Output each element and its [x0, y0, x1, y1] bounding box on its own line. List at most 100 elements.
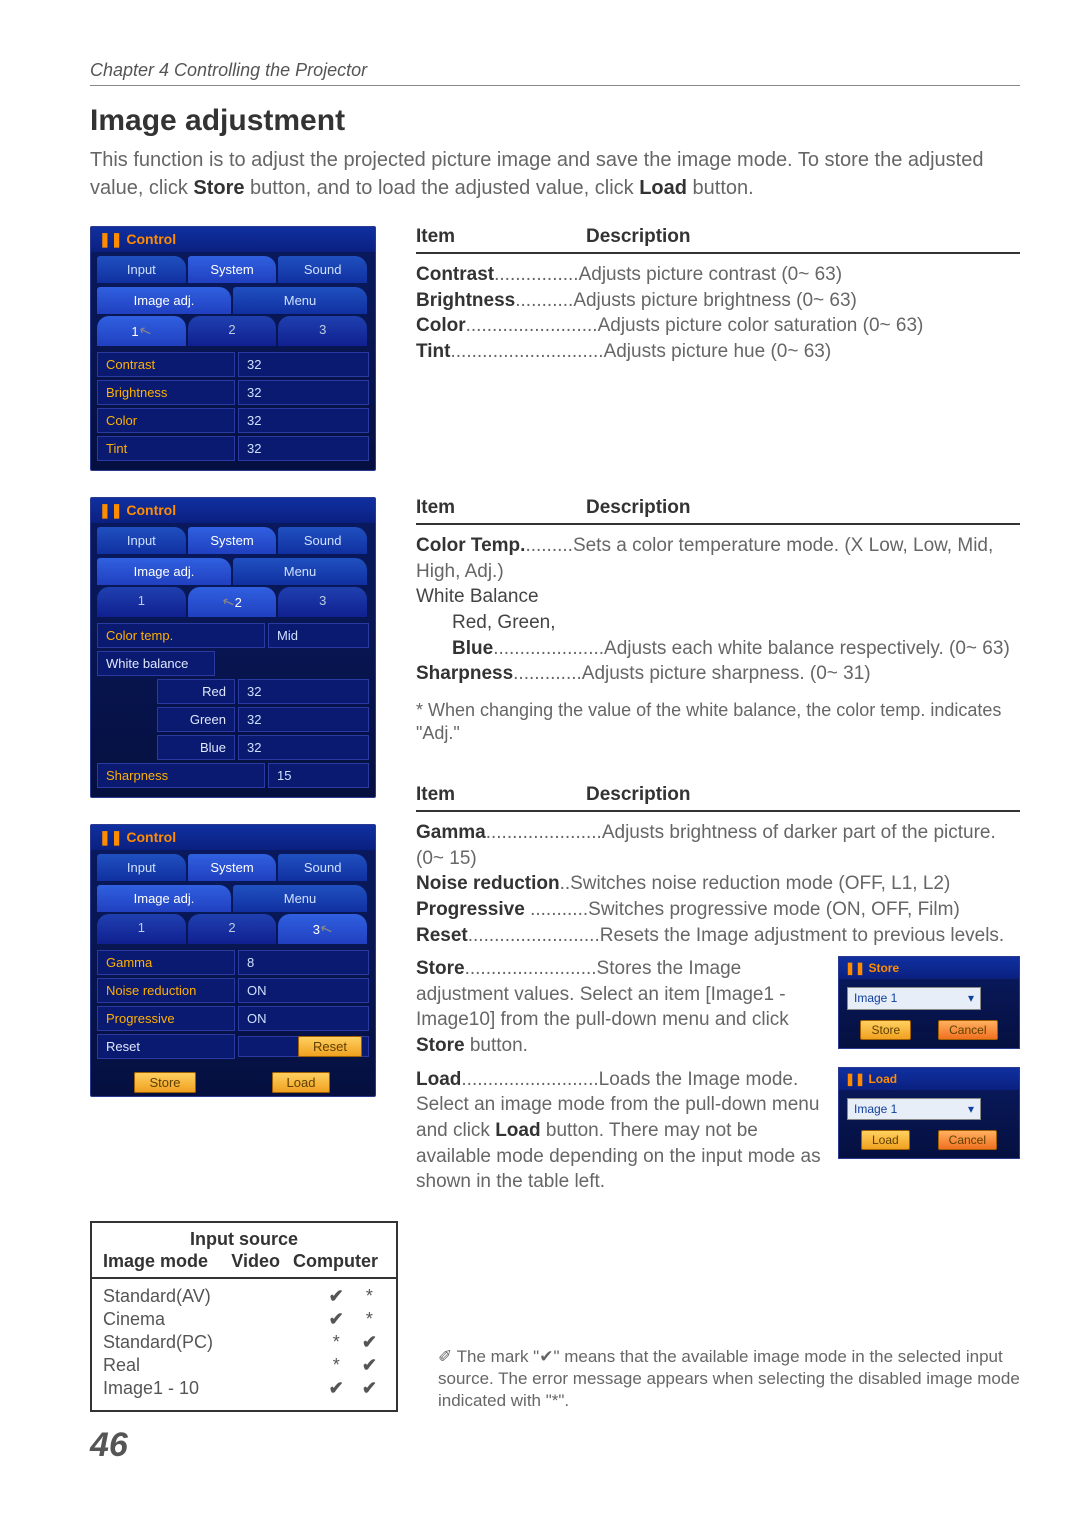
val-gamma[interactable]: 8 [238, 950, 369, 975]
tab-system[interactable]: System [188, 854, 277, 881]
desc-list-2: Color Temp..........Sets a color tempera… [416, 533, 1020, 687]
chevron-down-icon: ▾ [968, 990, 974, 1006]
val-sharpness[interactable]: 15 [268, 763, 369, 788]
subtab-imageadj[interactable]: Image adj. [97, 885, 231, 912]
panel-title: ❚❚ Control [91, 498, 375, 523]
wb-note: * When changing the value of the white b… [416, 699, 1020, 746]
tab-sound[interactable]: Sound [278, 854, 367, 881]
page-tab-3[interactable]: 3 [278, 587, 367, 617]
store-dialog-title: ❚❚ Store [839, 957, 1019, 979]
subtab-menu[interactable]: Menu [233, 287, 367, 314]
col-desc: Description [586, 226, 691, 248]
row-tint[interactable]: Tint [97, 436, 235, 461]
row-brightness[interactable]: Brightness [97, 380, 235, 405]
row-whitebalance: White balance [97, 651, 215, 676]
table-row: Real*✔ [102, 1354, 386, 1377]
val-wb-blue[interactable]: 32 [238, 735, 369, 760]
store-ref: Store [416, 1035, 465, 1056]
tab-sound[interactable]: Sound [278, 527, 367, 554]
load-dialog: ❚❚ Load Image 1▾ Load Cancel [838, 1067, 1020, 1160]
page-tab-2[interactable]: ↖2 [188, 587, 277, 617]
reset-cell: Reset [238, 1036, 369, 1057]
page-tab-1[interactable]: 1 [97, 587, 186, 617]
desc-list-3: Gamma......................Adjusts brigh… [416, 820, 1020, 1195]
def: .........................Stores the Imag… [416, 958, 789, 1030]
th-video: Video [226, 1250, 285, 1273]
page-tab-2[interactable]: 2 [188, 316, 277, 346]
tab-input[interactable]: Input [97, 256, 186, 283]
term: Tint [416, 341, 450, 362]
table-row: Standard(PC)*✔ [102, 1331, 386, 1354]
control-panel-page1: ❚❚ Control Input System Sound Image adj.… [90, 226, 376, 471]
subtab-imageadj[interactable]: Image adj. [97, 558, 231, 585]
page-tab-1[interactable]: 1 [97, 914, 186, 944]
load-ref: Load [495, 1120, 540, 1141]
def: .............................Adjusts pic… [450, 341, 831, 362]
def: button. [465, 1035, 528, 1056]
term: Color Temp. [416, 535, 525, 556]
desc-list-1: Contrast................Adjusts picture … [416, 262, 1020, 365]
intro-store-ref: Store [193, 177, 244, 199]
row-wb-red[interactable]: Red [157, 679, 235, 704]
tab-input[interactable]: Input [97, 854, 186, 881]
panel-title: ❚❚ Control [91, 825, 375, 850]
subtab-menu[interactable]: Menu [233, 558, 367, 585]
col-desc: Description [586, 784, 691, 806]
row-contrast[interactable]: Contrast [97, 352, 235, 377]
reset-button[interactable]: Reset [298, 1036, 362, 1057]
def: ..Switches noise reduction mode (OFF, L1… [560, 873, 951, 894]
page-tab-1[interactable]: 1↖ [97, 316, 186, 346]
tab-sound[interactable]: Sound [278, 256, 367, 283]
wb-heading: White Balance [416, 584, 1020, 610]
store-cancel-button[interactable]: Cancel [938, 1020, 997, 1040]
store-confirm-button[interactable]: Store [860, 1020, 911, 1040]
term: Gamma [416, 822, 486, 843]
row-progressive[interactable]: Progressive [97, 1006, 235, 1031]
val-wb-green[interactable]: 32 [238, 707, 369, 732]
row-color[interactable]: Color [97, 408, 235, 433]
row-gamma[interactable]: Gamma [97, 950, 235, 975]
val-progressive[interactable]: ON [238, 1006, 369, 1031]
val-colortemp[interactable]: Mid [268, 623, 369, 648]
load-confirm-button[interactable]: Load [861, 1130, 910, 1150]
subtab-imageadj[interactable]: Image adj. [97, 287, 231, 314]
val-wb-red[interactable]: 32 [238, 679, 369, 704]
val-contrast[interactable]: 32 [238, 352, 369, 377]
tab-system[interactable]: System [188, 256, 277, 283]
control-panel-page3: ❚❚ Control Input System Sound Image adj.… [90, 824, 376, 1097]
load-dialog-title: ❚❚ Load [839, 1068, 1019, 1090]
tab-input[interactable]: Input [97, 527, 186, 554]
col-desc: Description [586, 497, 691, 519]
term: Color [416, 315, 466, 336]
row-wb-green[interactable]: Green [157, 707, 235, 732]
val-tint[interactable]: 32 [238, 436, 369, 461]
def: .........................Resets the Imag… [468, 925, 1004, 946]
col-item: Item [416, 497, 586, 519]
col-item: Item [416, 784, 586, 806]
row-noisereduction[interactable]: Noise reduction [97, 978, 235, 1003]
intro-part: button, and to load the adjusted value, … [245, 177, 640, 199]
row-colortemp[interactable]: Color temp. [97, 623, 265, 648]
store-button[interactable]: Store [134, 1072, 195, 1093]
val-noisereduction[interactable]: ON [238, 978, 369, 1003]
load-button[interactable]: Load [272, 1072, 331, 1093]
page-number: 46 [90, 1426, 1020, 1465]
val-brightness[interactable]: 32 [238, 380, 369, 405]
page-tab-3[interactable]: 3 [278, 316, 367, 346]
store-image-select[interactable]: Image 1▾ [847, 987, 981, 1009]
term: Blue [452, 638, 493, 659]
def: ......................Adjusts brightness… [416, 822, 996, 869]
subtab-menu[interactable]: Menu [233, 885, 367, 912]
control-panel-page2: ❚❚ Control Input System Sound Image adj.… [90, 497, 376, 798]
wb-sub: Red, Green, [416, 610, 1020, 636]
table-row: Standard(AV)✔* [102, 1285, 386, 1308]
page-tab-2[interactable]: 2 [188, 914, 277, 944]
row-wb-blue[interactable]: Blue [157, 735, 235, 760]
row-sharpness[interactable]: Sharpness [97, 763, 265, 788]
val-color[interactable]: 32 [238, 408, 369, 433]
load-cancel-button[interactable]: Cancel [938, 1130, 997, 1150]
page-tab-3[interactable]: 3↖ [278, 914, 367, 944]
tab-system[interactable]: System [188, 527, 277, 554]
th-computer: Computer [285, 1250, 386, 1273]
load-image-select[interactable]: Image 1▾ [847, 1098, 981, 1120]
